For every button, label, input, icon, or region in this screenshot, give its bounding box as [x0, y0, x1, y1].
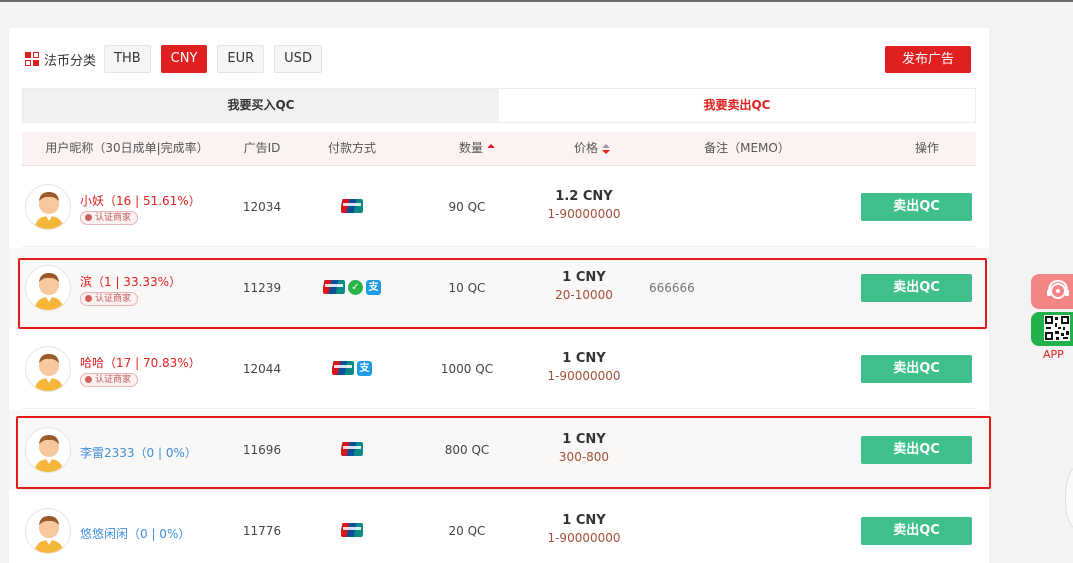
qr-code-icon	[1044, 315, 1070, 341]
unionpay-icon	[341, 523, 363, 537]
quantity: 90 QC	[448, 200, 486, 214]
quantity: 20 QC	[448, 524, 486, 538]
currency-filter: 法币分类 THB CNY EUR USD	[25, 45, 332, 73]
tab-sell[interactable]: 我要卖出QC	[499, 89, 975, 122]
sell-qc-button[interactable]: 卖出QC	[861, 193, 972, 221]
top-border	[0, 0, 1073, 2]
header-payment: 付款方式	[327, 141, 376, 155]
app-label: APP	[1043, 348, 1064, 361]
avatar	[25, 508, 71, 554]
sell-qc-button[interactable]: 卖出QC	[861, 517, 972, 545]
payment-methods	[307, 199, 397, 215]
currency-thb-button[interactable]: THB	[104, 45, 151, 73]
highlight-box	[18, 258, 987, 329]
currency-cny-button[interactable]: CNY	[160, 45, 208, 73]
trade-tabs: 我要买入QC 我要卖出QC	[22, 88, 976, 123]
header-price-sort[interactable]: 价格	[542, 132, 642, 165]
sort-icon	[602, 143, 610, 154]
scroll-edge	[1065, 468, 1073, 528]
user-name[interactable]: 小妖（16 | 51.61%）	[80, 192, 201, 209]
user-name[interactable]: 哈哈（17 | 70.83%）	[80, 354, 201, 371]
quantity: 1000 QC	[440, 362, 494, 376]
unionpay-icon	[341, 199, 363, 213]
header-quantity: 数量	[458, 141, 483, 155]
ad-id: 11776	[242, 524, 282, 538]
header-price: 价格	[573, 141, 598, 155]
payment-methods	[307, 523, 397, 539]
highlight-box	[16, 416, 991, 489]
price: 1.2 CNY	[555, 189, 613, 204]
category-icon	[25, 52, 39, 66]
payment-methods: 支	[307, 361, 397, 377]
verified-icon	[85, 214, 92, 221]
header-user: 用户昵称（30日成单|完成率）	[45, 141, 209, 155]
price: 1 CNY	[562, 351, 606, 366]
user-name[interactable]: 悠悠闲闲（0 | 0%）	[80, 525, 190, 542]
limit: 1-90000000	[547, 369, 621, 383]
header-memo: 备注（MEMO）	[704, 141, 790, 155]
header-action: 操作	[914, 141, 939, 155]
table-row: 小妖（16 | 51.61%） 认证商家 12034 90 QC 1.2 CNY…	[9, 167, 989, 247]
limit: 1-90000000	[547, 207, 621, 221]
ad-id: 12044	[242, 362, 282, 376]
tab-buy[interactable]: 我要买入QC	[23, 89, 499, 122]
header-quantity-sort[interactable]: 数量	[427, 132, 527, 165]
price: 1 CNY	[562, 513, 606, 528]
customer-service-button[interactable]	[1031, 274, 1073, 309]
ad-id: 12034	[242, 200, 282, 214]
table-row: 悠悠闲闲（0 | 0%） 11776 20 QC 1 CNY 1-9000000…	[9, 491, 989, 563]
unionpay-icon	[332, 361, 354, 375]
sort-up-icon	[487, 143, 495, 154]
table-header: 用户昵称（30日成单|完成率） 广告ID 付款方式 数量 价格 备注（MEMO）…	[22, 132, 976, 166]
sell-qc-button[interactable]: 卖出QC	[861, 355, 972, 383]
table-row: 哈哈（17 | 70.83%） 认证商家 12044 支 1000 QC 1 C…	[9, 329, 989, 409]
avatar	[25, 346, 71, 392]
currency-usd-button[interactable]: USD	[274, 45, 322, 73]
alipay-icon: 支	[357, 361, 372, 376]
verified-icon	[85, 376, 92, 383]
app-download-button[interactable]	[1031, 312, 1073, 346]
avatar	[25, 184, 71, 230]
publish-ad-button[interactable]: 发布广告	[885, 46, 971, 73]
header-ad-id: 广告ID	[243, 141, 281, 155]
currency-eur-button[interactable]: EUR	[217, 45, 265, 73]
verified-merchant-badge: 认证商家	[80, 211, 139, 225]
limit: 1-90000000	[547, 531, 621, 545]
headset-icon	[1047, 279, 1069, 299]
filter-label: 法币分类	[44, 53, 97, 69]
verified-merchant-badge: 认证商家	[80, 373, 139, 387]
